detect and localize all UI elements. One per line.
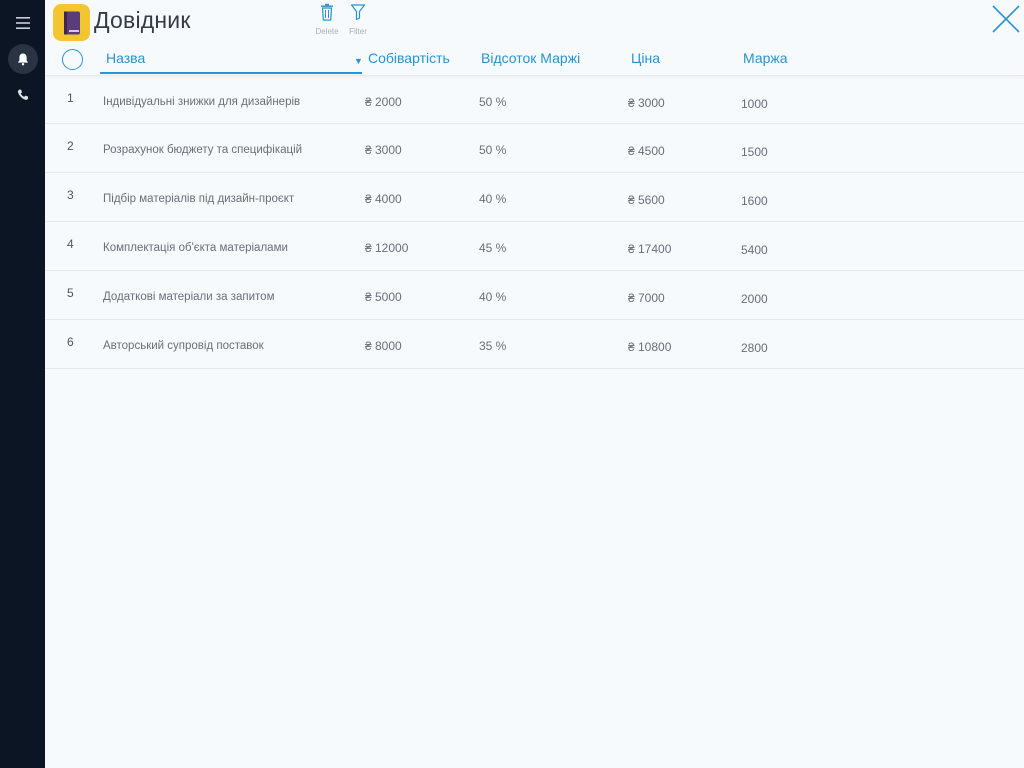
row-name: Підбір матеріалів під дизайн-проєкт bbox=[103, 193, 295, 205]
book-icon bbox=[53, 4, 90, 41]
row-name: Комплектація об'єкта матеріалами bbox=[103, 242, 288, 254]
row-price: ₴ 5600 bbox=[628, 193, 665, 207]
row-cost: ₴ 2000 bbox=[365, 95, 402, 109]
sidebar bbox=[0, 0, 45, 768]
table-row[interactable]: 1 Індивідуальні знижки для дизайнерів ₴ … bbox=[45, 76, 1024, 124]
table-row[interactable]: 3 Підбір матеріалів під дизайн-проєкт ₴ … bbox=[45, 173, 1024, 222]
row-price: ₴ 3000 bbox=[628, 96, 665, 110]
row-margin-percent: 40 % bbox=[479, 290, 507, 304]
row-margin: 5400 bbox=[741, 243, 768, 257]
delete-label: Delete bbox=[315, 27, 339, 36]
column-header-name[interactable]: Назва bbox=[100, 50, 362, 74]
row-cost: ₴ 12000 bbox=[365, 241, 409, 255]
close-icon[interactable] bbox=[991, 4, 1021, 34]
row-number: 2 bbox=[67, 139, 74, 153]
column-header-price[interactable]: Ціна bbox=[631, 50, 660, 66]
column-header-margin-percent[interactable]: Відсоток Маржі bbox=[481, 50, 580, 66]
row-cost: ₴ 8000 bbox=[365, 339, 402, 353]
row-name: Додаткові матеріали за запитом bbox=[103, 291, 275, 303]
filter-icon bbox=[350, 4, 366, 25]
row-name: Індивідуальні знижки для дизайнерів bbox=[103, 96, 301, 108]
row-price: ₴ 7000 bbox=[628, 291, 665, 305]
delete-button[interactable]: Delete bbox=[312, 3, 342, 36]
select-all-checkbox[interactable] bbox=[62, 49, 83, 70]
table-row[interactable]: 4 Комплектація об'єкта матеріалами ₴ 120… bbox=[45, 222, 1024, 271]
row-margin-percent: 40 % bbox=[479, 192, 507, 206]
row-margin: 1600 bbox=[741, 194, 768, 208]
row-cost: ₴ 3000 bbox=[365, 143, 402, 157]
row-margin: 1000 bbox=[741, 97, 768, 111]
row-cost: ₴ 5000 bbox=[365, 290, 402, 304]
row-margin: 1500 bbox=[741, 145, 768, 159]
column-header-margin[interactable]: Маржа bbox=[743, 50, 788, 66]
row-cost: ₴ 4000 bbox=[365, 192, 402, 206]
table-body: 1 Індивідуальні знижки для дизайнерів ₴ … bbox=[45, 76, 1024, 369]
row-number: 1 bbox=[67, 91, 74, 105]
row-price: ₴ 4500 bbox=[628, 144, 665, 158]
row-name: Авторський супровід поставок bbox=[103, 340, 264, 352]
row-price: ₴ 10800 bbox=[628, 340, 672, 354]
trash-icon bbox=[319, 3, 335, 25]
row-margin: 2000 bbox=[741, 292, 768, 306]
menu-icon[interactable] bbox=[8, 8, 38, 38]
table-row[interactable]: 6 Авторський супровід поставок ₴ 8000 35… bbox=[45, 320, 1024, 369]
bell-icon[interactable] bbox=[8, 44, 38, 74]
row-number: 4 bbox=[67, 237, 74, 251]
row-number: 3 bbox=[67, 188, 74, 202]
row-margin: 2800 bbox=[741, 341, 768, 355]
header: Довідник Delete Filter Назва ▼ Собіварті… bbox=[45, 0, 1024, 76]
table-row[interactable]: 2 Розрахунок бюджету та специфікацій ₴ 3… bbox=[45, 124, 1024, 173]
page-title: Довідник bbox=[94, 7, 191, 33]
sort-desc-icon[interactable]: ▼ bbox=[354, 56, 363, 66]
row-price: ₴ 17400 bbox=[628, 242, 672, 256]
row-margin-percent: 50 % bbox=[479, 95, 507, 109]
filter-button[interactable]: Filter bbox=[343, 3, 373, 36]
filter-label: Filter bbox=[349, 27, 367, 36]
row-margin-percent: 50 % bbox=[479, 143, 507, 157]
row-name: Розрахунок бюджету та специфікацій bbox=[103, 144, 303, 156]
row-margin-percent: 35 % bbox=[479, 339, 507, 353]
table-row[interactable]: 5 Додаткові матеріали за запитом ₴ 5000 … bbox=[45, 271, 1024, 320]
column-header-cost[interactable]: Собівартість bbox=[368, 50, 450, 66]
row-number: 6 bbox=[67, 335, 74, 349]
row-margin-percent: 45 % bbox=[479, 241, 507, 255]
row-number: 5 bbox=[67, 286, 74, 300]
main-panel: Довідник Delete Filter Назва ▼ Собіварті… bbox=[45, 0, 1024, 768]
phone-icon[interactable] bbox=[8, 80, 38, 110]
